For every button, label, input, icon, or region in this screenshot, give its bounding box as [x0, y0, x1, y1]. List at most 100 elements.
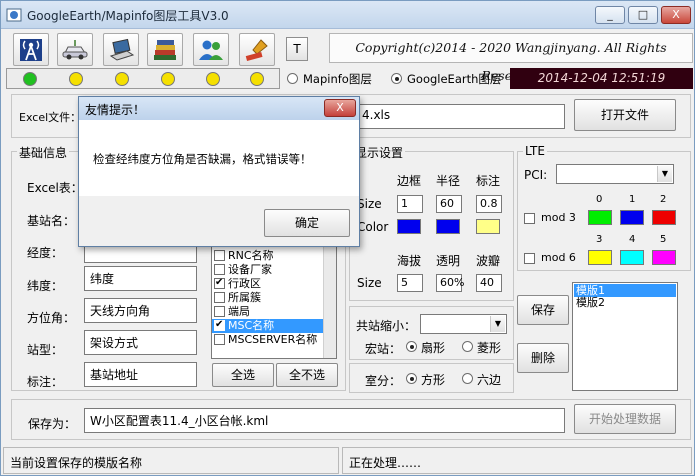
checklist-scrollbar[interactable]	[323, 242, 336, 358]
indoor-hex-label: 六边	[477, 373, 502, 387]
macro-diamond-radio[interactable]	[462, 341, 473, 352]
size-label: Size	[357, 197, 382, 211]
checklist-item[interactable]: MSC名称	[212, 318, 324, 333]
beam-header: 波瓣	[476, 254, 501, 268]
checklist-checkbox[interactable]	[214, 318, 225, 332]
note-field[interactable]: 基站地址	[84, 362, 197, 387]
indoor-label: 室分：	[365, 374, 402, 388]
mod3-num: 0	[596, 194, 603, 205]
label-color-swatch[interactable]	[476, 219, 500, 234]
status-right: 正在处理……	[342, 447, 692, 474]
mod3-color-0[interactable]	[588, 210, 612, 225]
mod6-color-4[interactable]	[620, 250, 644, 265]
shared-shrink-combo[interactable]: ▼	[420, 314, 507, 334]
note-label: 标注：	[27, 375, 64, 389]
mod3-num: 1	[629, 194, 636, 205]
template-item[interactable]: 模版2	[574, 296, 676, 309]
indoor-hex-radio[interactable]	[462, 373, 473, 384]
altitude-field[interactable]: 5	[397, 274, 423, 292]
select-none-button[interactable]: 全不选	[276, 363, 338, 387]
delete-template-button[interactable]: 删除	[517, 343, 569, 373]
chevron-down-icon: ▼	[490, 316, 505, 332]
checklist-checkbox[interactable]	[214, 264, 225, 275]
googleearth-radio[interactable]	[391, 73, 402, 84]
dialog-title: 友情提示！	[85, 103, 146, 117]
azimuth-label: 方位角：	[27, 311, 76, 325]
azimuth-field[interactable]: 天线方向角	[84, 298, 197, 323]
checklist-item-label: MSC名称	[228, 319, 275, 332]
car-tool-button[interactable]	[57, 33, 93, 66]
site-name-label: 基站名：	[27, 214, 76, 228]
radius-size-field[interactable]: 60	[436, 195, 462, 213]
books-tool-button[interactable]	[147, 33, 183, 66]
select-all-button[interactable]: 全选	[212, 363, 274, 387]
open-file-button[interactable]: 打开文件	[574, 99, 676, 131]
checklist-checkbox[interactable]	[214, 334, 225, 345]
dialog-ok-button[interactable]: 确定	[264, 209, 350, 237]
mod3-num: 2	[660, 194, 667, 205]
close-button[interactable]: X	[661, 6, 691, 24]
save-as-field[interactable]: W小区配置表11.4_小区台帐.kml	[84, 408, 565, 433]
antenna-tool-button[interactable]	[13, 33, 49, 66]
mod6-color-5[interactable]	[652, 250, 676, 265]
checklist-item[interactable]: RNC名称	[212, 249, 324, 263]
indoor-square-radio[interactable]	[406, 373, 417, 384]
field-checklist[interactable]: 基站类型RNC名称设备厂家行政区所属簇端局MSC名称MSCSERVER名称	[211, 241, 337, 359]
transparency-field[interactable]: 60%	[436, 274, 464, 292]
radius-color-swatch[interactable]	[436, 219, 460, 234]
macro-sector-radio[interactable]	[406, 341, 417, 352]
minimize-button[interactable]: _	[595, 6, 625, 24]
mod3-checkbox[interactable]	[524, 213, 535, 224]
checklist-item[interactable]: 行政区	[212, 276, 324, 291]
users-tool-button[interactable]	[193, 33, 229, 66]
color-label: Color	[357, 220, 389, 234]
mapinfo-radio[interactable]	[287, 73, 298, 84]
t-button[interactable]: T	[286, 37, 308, 61]
dialog-body: 检查经纬度方位角是否缺漏，格式错误等！	[79, 120, 359, 196]
label-header: 标注	[476, 174, 501, 188]
save-as-label: 保存为：	[28, 417, 77, 431]
basic-info-title: 基础信息	[17, 144, 70, 161]
border-color-swatch[interactable]	[397, 219, 421, 234]
checklist-item[interactable]: 所属簇	[212, 291, 324, 305]
start-process-button[interactable]: 开始处理数据	[574, 404, 676, 434]
maximize-button[interactable]: □	[628, 6, 658, 24]
border-size-field[interactable]: 1	[397, 195, 423, 213]
latitude-label: 纬度：	[27, 279, 64, 293]
checklist-item[interactable]: 端局	[212, 305, 324, 319]
mod6-num: 4	[629, 234, 636, 245]
mod6-num: 5	[660, 234, 667, 245]
template-list[interactable]: 模版1 模版2	[572, 282, 678, 391]
checklist-item[interactable]: MSCSERVER名称	[212, 333, 324, 347]
beam-field[interactable]: 40	[476, 274, 502, 292]
laptop-tool-button[interactable]	[103, 33, 139, 66]
mod6-checkbox[interactable]	[524, 253, 535, 264]
layer-mode-group: Mapinfo图层 GoogleEarth图层	[281, 68, 509, 89]
clock-display: 2014-12-04 12:51:19	[510, 68, 693, 89]
status-led	[115, 72, 129, 86]
checklist-checkbox[interactable]	[214, 306, 225, 317]
save-template-button[interactable]: 保存	[517, 295, 569, 325]
mod6-label: mod 6	[541, 251, 576, 264]
latitude-field[interactable]: 纬度	[84, 266, 197, 291]
title-bar: GoogleEarth/Mapinfo图层工具V3.0 _ □ X	[1, 1, 694, 29]
checklist-checkbox[interactable]	[214, 250, 225, 261]
mod3-color-2[interactable]	[652, 210, 676, 225]
display-settings-title: 显示设置	[353, 144, 406, 161]
mod6-color-3[interactable]	[588, 250, 612, 265]
dialog-message: 检查经纬度方位角是否缺漏，格式错误等！	[93, 152, 312, 166]
status-led	[69, 72, 83, 86]
mod6-num: 3	[596, 234, 603, 245]
checklist-item-label: MSCSERVER名称	[228, 333, 318, 346]
label-size-field[interactable]: 0.8	[476, 195, 502, 213]
checklist-checkbox[interactable]	[214, 292, 225, 303]
googleearth-label: GoogleEarth图层	[407, 72, 502, 86]
dialog-close-button[interactable]: X	[324, 99, 356, 117]
pci-combo[interactable]: ▼	[556, 164, 674, 184]
checklist-checkbox[interactable]	[214, 276, 225, 290]
stamp-tool-button[interactable]	[239, 33, 275, 66]
checklist-item[interactable]: 设备厂家	[212, 263, 324, 277]
mod3-color-1[interactable]	[620, 210, 644, 225]
checklist-item-label: 所属簇	[228, 291, 261, 304]
site-type-field[interactable]: 架设方式	[84, 330, 197, 355]
